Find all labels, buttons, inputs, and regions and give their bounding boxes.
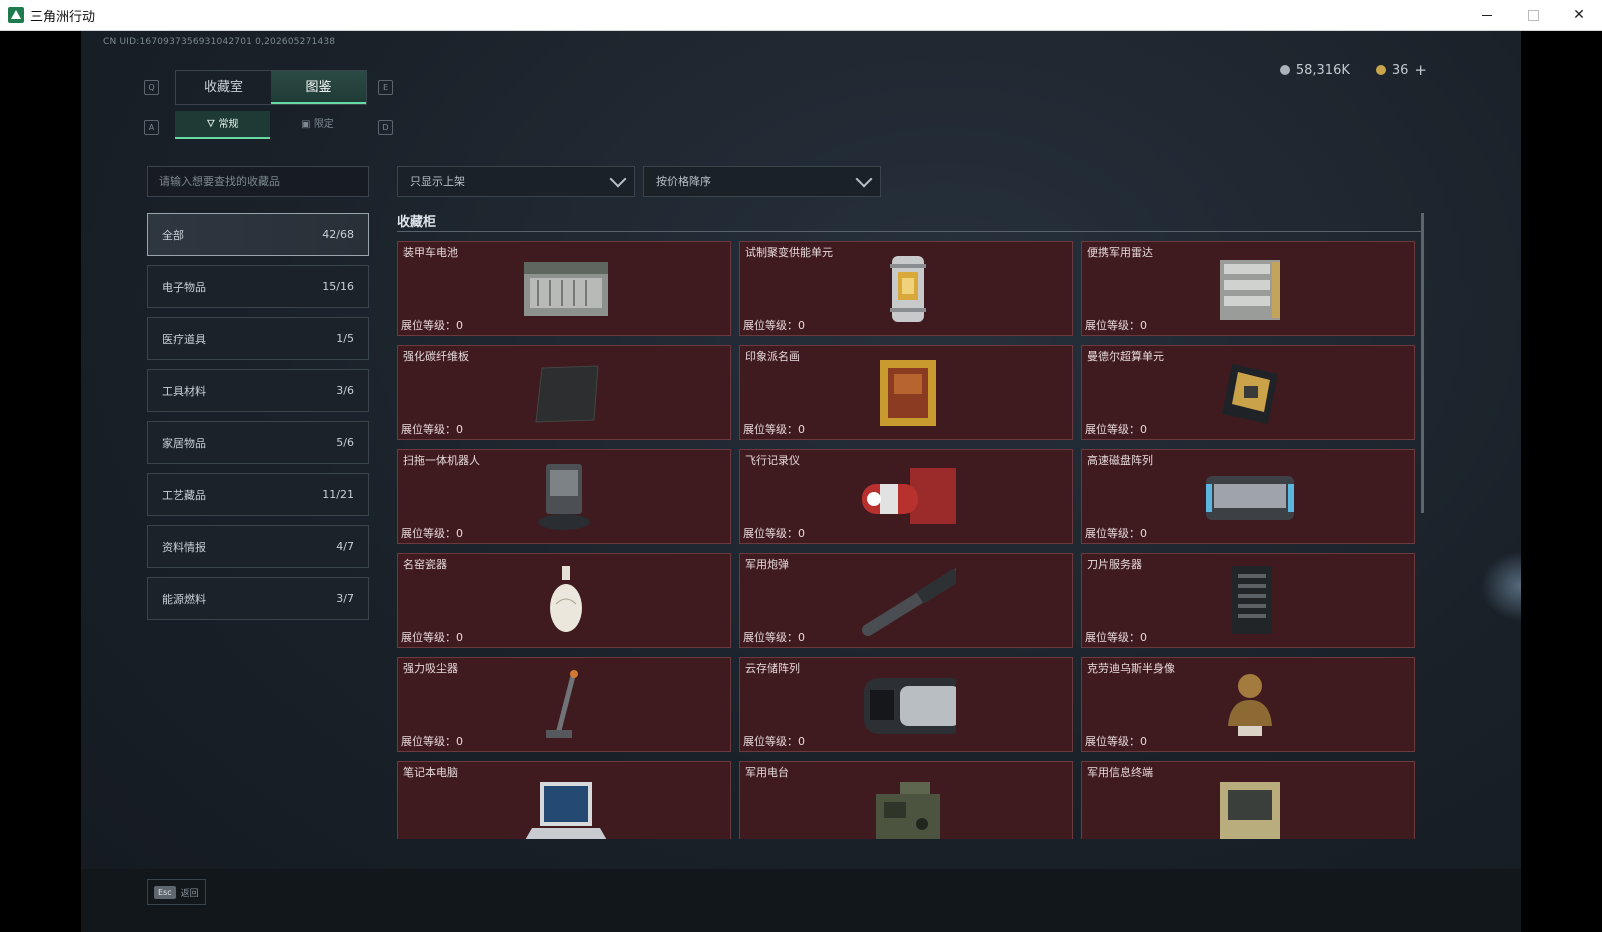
silver-coin-icon	[1279, 65, 1290, 75]
uid-label: CN UID:1670937356931042701 0,20260527143…	[103, 37, 336, 47]
close-button[interactable]: ✕	[1556, 0, 1602, 30]
item-card[interactable]: 军用信息终端	[1081, 761, 1415, 839]
item-card[interactable]: 笔记本电脑	[397, 761, 731, 839]
artillery-shell-icon	[860, 564, 956, 638]
category-household[interactable]: 家居物品 5/6	[147, 421, 369, 464]
collection-grid-viewport: 装甲车电池 展位等级：0 试制聚变供能单元 展位等级：0 便携军用雷达 展位等级…	[397, 241, 1417, 839]
flight-recorder-icon	[860, 460, 956, 534]
bust-statue-icon	[1202, 668, 1298, 742]
category-all[interactable]: 全部 42/68	[147, 213, 369, 256]
collection-screen: CN UID:1670937356931042701 0,20260527143…	[81, 31, 1521, 932]
key-hint-e: E	[378, 80, 393, 95]
esc-key-icon: Esc	[154, 885, 176, 899]
chevron-down-icon	[609, 170, 627, 188]
item-card[interactable]: 高速磁盘阵列 展位等级：0	[1081, 449, 1415, 544]
item-card[interactable]: 强力吸尘器 展位等级：0	[397, 657, 731, 752]
category-tools[interactable]: 工具材料 3/6	[147, 369, 369, 412]
carbon-plate-icon	[518, 356, 614, 430]
item-card[interactable]: 军用电台	[739, 761, 1073, 839]
picture-icon: ▣	[301, 119, 311, 130]
supercomputer-unit-icon	[1202, 356, 1298, 430]
footer-bar	[81, 869, 1521, 932]
info-terminal-icon	[1202, 772, 1298, 839]
cloud-storage-icon	[860, 668, 956, 742]
fusion-cell-icon	[860, 252, 956, 326]
robot-vacuum-icon	[518, 460, 614, 534]
collection-grid: 装甲车电池 展位等级：0 试制聚变供能单元 展位等级：0 便携军用雷达 展位等级…	[397, 241, 1417, 839]
category-electronics[interactable]: 电子物品 15/16	[147, 265, 369, 308]
section-title: 收藏柜	[397, 215, 437, 230]
sort-dropdown[interactable]: 按价格降序	[643, 166, 881, 197]
main-tabs: 收藏室 图鉴	[175, 70, 367, 105]
porcelain-vase-icon	[518, 564, 614, 638]
disk-array-icon	[1202, 460, 1298, 534]
key-hint-a: A	[144, 120, 159, 135]
flask-icon: 🜄	[206, 119, 216, 130]
currency-bar: 58,316K 36 +	[1279, 61, 1427, 79]
maximize-button[interactable]	[1510, 0, 1556, 30]
sub-tabs: 🜄 常规 ▣ 限定	[175, 111, 365, 139]
category-list: 全部 42/68 电子物品 15/16 医疗道具 1/5 工具材料 3/6 家居物品 5/…	[147, 213, 369, 629]
item-card[interactable]: 云存储阵列 展位等级：0	[739, 657, 1073, 752]
shelf-filter-dropdown[interactable]: 只显示上架	[397, 166, 635, 197]
battery-icon	[518, 252, 614, 326]
category-intel[interactable]: 资料情报 4/7	[147, 525, 369, 568]
tab-catalog[interactable]: 图鉴	[271, 71, 366, 104]
section-divider	[397, 231, 1423, 232]
item-card[interactable]: 名窑瓷器 展位等级：0	[397, 553, 731, 648]
item-card[interactable]: 克劳迪乌斯半身像 展位等级：0	[1081, 657, 1415, 752]
item-card[interactable]: 扫拖一体机器人 展位等级：0	[397, 449, 731, 544]
window-titlebar: 三角洲行动 ✕	[0, 0, 1602, 31]
item-card[interactable]: 飞行记录仪 展位等级：0	[739, 449, 1073, 544]
category-crafts[interactable]: 工艺藏品 11/21	[147, 473, 369, 516]
item-card[interactable]: 曼德尔超算单元 展位等级：0	[1081, 345, 1415, 440]
add-currency-button[interactable]: +	[1414, 61, 1427, 79]
window-title: 三角洲行动	[30, 10, 96, 25]
radar-icon	[1202, 252, 1298, 326]
chevron-down-icon	[855, 170, 873, 188]
category-energy[interactable]: 能源燃料 3/7	[147, 577, 369, 620]
app-logo-icon	[8, 7, 24, 23]
search-input[interactable]: 请输入想要查找的收藏品	[147, 166, 369, 197]
back-label: 返回	[180, 888, 199, 899]
game-viewport: CN UID:1670937356931042701 0,20260527143…	[0, 31, 1602, 932]
key-hint-q: Q	[144, 80, 159, 95]
item-card[interactable]: 强化碳纤维板 展位等级：0	[397, 345, 731, 440]
minimize-button[interactable]	[1464, 0, 1510, 30]
key-hint-d: D	[378, 120, 393, 135]
item-card[interactable]: 刀片服务器 展位等级：0	[1081, 553, 1415, 648]
item-card[interactable]: 试制聚变供能单元 展位等级：0	[739, 241, 1073, 336]
item-card[interactable]: 装甲车电池 展位等级：0	[397, 241, 731, 336]
back-button[interactable]: Esc 返回	[147, 879, 206, 905]
gold-coin-icon	[1375, 65, 1386, 75]
subtab-limited[interactable]: ▣ 限定	[270, 111, 365, 139]
item-card[interactable]: 军用炮弹 展位等级：0	[739, 553, 1073, 648]
item-card[interactable]: 印象派名画 展位等级：0	[739, 345, 1073, 440]
painting-icon	[860, 356, 956, 430]
gold-amount: 36	[1391, 62, 1409, 78]
category-medical[interactable]: 医疗道具 1/5	[147, 317, 369, 360]
vacuum-cleaner-icon	[518, 668, 614, 742]
light-streak-decoration	[1481, 551, 1521, 621]
military-radio-icon	[860, 772, 956, 839]
laptop-icon	[518, 772, 614, 839]
subtab-regular[interactable]: 🜄 常规	[175, 111, 270, 139]
grid-scrollbar[interactable]	[1421, 213, 1424, 513]
blade-server-icon	[1202, 564, 1298, 638]
tab-collection-room[interactable]: 收藏室	[176, 71, 271, 104]
item-card[interactable]: 便携军用雷达 展位等级：0	[1081, 241, 1415, 336]
silver-amount: 58,316K	[1295, 62, 1350, 78]
